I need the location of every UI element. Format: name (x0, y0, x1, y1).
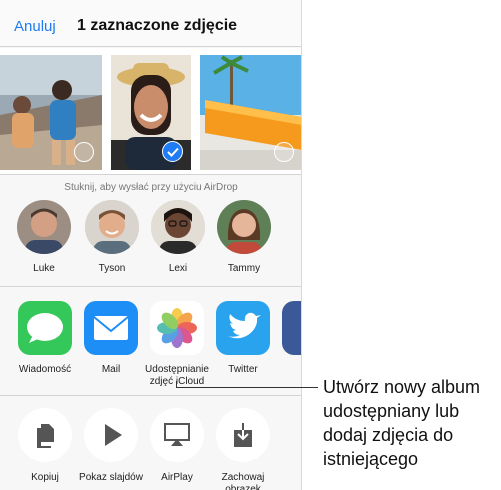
messages-icon (18, 301, 72, 355)
photos-icon (150, 301, 204, 355)
share-apps-row: Wiadomość Mail Udostępnianie zdjęć iClou… (0, 287, 301, 388)
airdrop-hint: Stuknij, aby wysłać przy użyciu AirDrop (64, 182, 238, 193)
action-label: AirPlay (161, 472, 193, 483)
person-name: Luke (33, 263, 55, 274)
avatar (217, 200, 271, 254)
mail-icon (84, 301, 138, 355)
app-messages[interactable]: Wiadomość (10, 301, 80, 376)
action-label: Pokaz slajdów (79, 472, 143, 483)
action-copy[interactable]: Kopiuj (10, 408, 80, 484)
photo-thumbnail[interactable] (0, 55, 102, 170)
person-name: Lexi (168, 263, 188, 274)
person-name: Tammy (227, 263, 261, 274)
airdrop-person-lexi[interactable]: Lexi (148, 200, 208, 274)
selection-circle[interactable] (74, 142, 94, 162)
app-facebook[interactable]: F (274, 301, 301, 376)
photo-strip[interactable] (0, 48, 301, 174)
action-label: Kopiuj (31, 472, 59, 483)
photo-thumbnail-selected[interactable] (111, 55, 191, 170)
airplay-icon (150, 408, 204, 462)
app-label: F (274, 364, 301, 376)
copy-icon (18, 408, 72, 462)
app-label: Mail (101, 364, 121, 375)
airdrop-person-luke[interactable]: Luke (14, 200, 74, 274)
share-actions-row: Kopiuj Pokaz slajdów AirPlay Zachowaj ob… (0, 396, 301, 490)
app-icloud-photo-sharing[interactable]: Udostępnianie zdjęć iCloud (142, 301, 212, 388)
airdrop-section: Stuknij, aby wysłać przy użyciu AirDrop … (0, 175, 301, 285)
action-airplay[interactable]: AirPlay (142, 408, 212, 484)
callout-text: Utwórz nowy album udostępniany lub dodaj… (323, 377, 481, 469)
facebook-icon (282, 301, 301, 355)
save-image-icon (216, 408, 270, 462)
selection-circle[interactable] (274, 142, 294, 162)
app-label: Wiadomość (18, 364, 72, 375)
photo-thumbnail[interactable] (200, 55, 301, 170)
app-mail[interactable]: Mail (76, 301, 146, 376)
callout-line (176, 387, 318, 388)
share-sheet-header: Anuluj 1 zaznaczone zdjęcie (0, 0, 301, 47)
share-sheet: Anuluj 1 zaznaczone zdjęcie Stuknij, aby… (0, 0, 302, 490)
avatar (85, 200, 139, 254)
selection-title: 1 zaznaczone zdjęcie (77, 17, 238, 34)
cancel-button[interactable]: Anuluj (14, 18, 56, 35)
airdrop-person-tammy[interactable]: Tammy (214, 200, 274, 274)
airdrop-person-tyson[interactable]: Tyson (82, 200, 142, 274)
action-save-image[interactable]: Zachowaj obrazek (208, 408, 278, 490)
play-icon (84, 408, 138, 462)
app-twitter[interactable]: Twitter (208, 301, 278, 376)
person-name: Tyson (98, 263, 126, 274)
avatar (17, 200, 71, 254)
action-slideshow[interactable]: Pokaz slajdów (76, 408, 146, 484)
action-label: Zachowaj obrazek (221, 472, 265, 490)
twitter-icon (216, 301, 270, 355)
app-label: Udostępnianie zdjęć iCloud (145, 364, 209, 387)
selected-checkmark-icon[interactable] (162, 141, 183, 162)
avatar (151, 200, 205, 254)
app-label: Twitter (228, 364, 258, 375)
